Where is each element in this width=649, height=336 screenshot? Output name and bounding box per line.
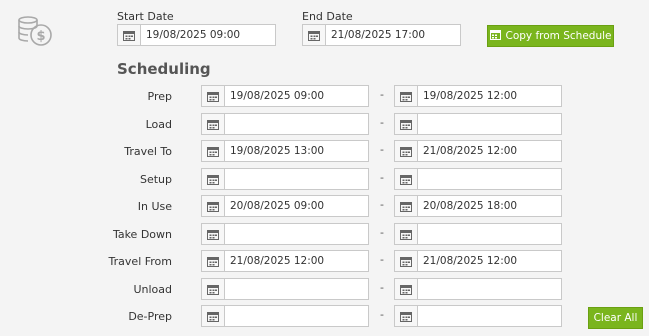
schedule-start-field[interactable]: 19/08/2025 13:00 bbox=[201, 140, 369, 162]
schedule-row-label: Take Down bbox=[112, 228, 172, 241]
calendar-icon[interactable] bbox=[202, 306, 225, 326]
calendar-icon[interactable] bbox=[202, 196, 225, 216]
schedule-start-field[interactable]: 20/08/2025 09:00 bbox=[201, 195, 369, 217]
schedule-start-field[interactable]: 21/08/2025 12:00 bbox=[201, 250, 369, 272]
calendar-icon[interactable] bbox=[395, 141, 418, 161]
start-date-value[interactable]: 19/08/2025 09:00 bbox=[141, 29, 240, 41]
end-date-field[interactable]: 21/08/2025 17:00 bbox=[302, 24, 461, 46]
schedule-row-label: Load bbox=[145, 118, 172, 131]
calendar-icon[interactable] bbox=[395, 224, 418, 244]
schedule-row-label: In Use bbox=[137, 200, 172, 213]
schedule-row-label: Unload bbox=[133, 283, 172, 296]
calendar-icon[interactable] bbox=[118, 25, 141, 45]
schedule-start-field[interactable] bbox=[201, 113, 369, 135]
schedule-end-field[interactable] bbox=[394, 168, 562, 190]
calendar-icon[interactable] bbox=[202, 141, 225, 161]
schedule-start-field[interactable] bbox=[201, 168, 369, 190]
schedule-end-value[interactable]: 21/08/2025 12:00 bbox=[418, 255, 517, 267]
calendar-icon[interactable] bbox=[395, 251, 418, 271]
schedule-end-field[interactable]: 19/08/2025 12:00 bbox=[394, 85, 562, 107]
end-date-label: End Date bbox=[302, 10, 353, 23]
schedule-end-field[interactable]: 20/08/2025 18:00 bbox=[394, 195, 562, 217]
range-separator: - bbox=[380, 171, 384, 184]
calendar-icon bbox=[489, 29, 501, 43]
schedule-row-label: Setup bbox=[139, 173, 172, 186]
svg-text:$: $ bbox=[36, 29, 45, 44]
schedule-row-label: Travel To bbox=[124, 145, 172, 158]
schedule-start-field[interactable]: 19/08/2025 09:00 bbox=[201, 85, 369, 107]
calendar-icon[interactable] bbox=[202, 279, 225, 299]
schedule-end-field[interactable] bbox=[394, 278, 562, 300]
schedule-end-field[interactable] bbox=[394, 305, 562, 327]
range-separator: - bbox=[380, 253, 384, 266]
end-date-value[interactable]: 21/08/2025 17:00 bbox=[326, 29, 425, 41]
range-separator: - bbox=[380, 198, 384, 211]
schedule-start-value[interactable]: 21/08/2025 12:00 bbox=[225, 255, 324, 267]
clear-all-button[interactable]: Clear All bbox=[588, 307, 643, 329]
schedule-start-field[interactable] bbox=[201, 278, 369, 300]
schedule-end-field[interactable] bbox=[394, 113, 562, 135]
copy-from-schedule-label: Copy from Schedule bbox=[505, 30, 612, 42]
schedule-end-field[interactable]: 21/08/2025 12:00 bbox=[394, 250, 562, 272]
copy-from-schedule-button[interactable]: Copy from Schedule bbox=[487, 25, 614, 47]
calendar-icon[interactable] bbox=[395, 196, 418, 216]
calendar-icon[interactable] bbox=[395, 306, 418, 326]
schedule-end-field[interactable] bbox=[394, 223, 562, 245]
schedule-end-value[interactable]: 19/08/2025 12:00 bbox=[418, 90, 517, 102]
calendar-icon[interactable] bbox=[202, 169, 225, 189]
calendar-icon[interactable] bbox=[202, 114, 225, 134]
calendar-icon[interactable] bbox=[303, 25, 326, 45]
calendar-icon[interactable] bbox=[202, 224, 225, 244]
calendar-icon[interactable] bbox=[395, 279, 418, 299]
range-separator: - bbox=[380, 116, 384, 129]
schedule-start-value[interactable]: 20/08/2025 09:00 bbox=[225, 200, 324, 212]
calendar-icon[interactable] bbox=[202, 86, 225, 106]
schedule-start-field[interactable] bbox=[201, 305, 369, 327]
schedule-start-field[interactable] bbox=[201, 223, 369, 245]
range-separator: - bbox=[380, 88, 384, 101]
schedule-end-value[interactable]: 21/08/2025 12:00 bbox=[418, 145, 517, 157]
range-separator: - bbox=[380, 308, 384, 321]
schedule-row-label: De-Prep bbox=[128, 310, 172, 323]
scheduling-title: Scheduling bbox=[117, 60, 211, 78]
coins-dollar-icon: $ bbox=[16, 14, 54, 48]
schedule-start-value[interactable]: 19/08/2025 13:00 bbox=[225, 145, 324, 157]
calendar-icon[interactable] bbox=[395, 114, 418, 134]
calendar-icon[interactable] bbox=[395, 169, 418, 189]
calendar-icon[interactable] bbox=[395, 86, 418, 106]
schedule-row-label: Travel From bbox=[108, 255, 172, 268]
range-separator: - bbox=[380, 226, 384, 239]
schedule-start-value[interactable]: 19/08/2025 09:00 bbox=[225, 90, 324, 102]
schedule-end-field[interactable]: 21/08/2025 12:00 bbox=[394, 140, 562, 162]
start-date-field[interactable]: 19/08/2025 09:00 bbox=[117, 24, 276, 46]
schedule-end-value[interactable]: 20/08/2025 18:00 bbox=[418, 200, 517, 212]
calendar-icon[interactable] bbox=[202, 251, 225, 271]
schedule-row-label: Prep bbox=[147, 90, 172, 103]
range-separator: - bbox=[380, 143, 384, 156]
start-date-label: Start Date bbox=[117, 10, 174, 23]
range-separator: - bbox=[380, 281, 384, 294]
